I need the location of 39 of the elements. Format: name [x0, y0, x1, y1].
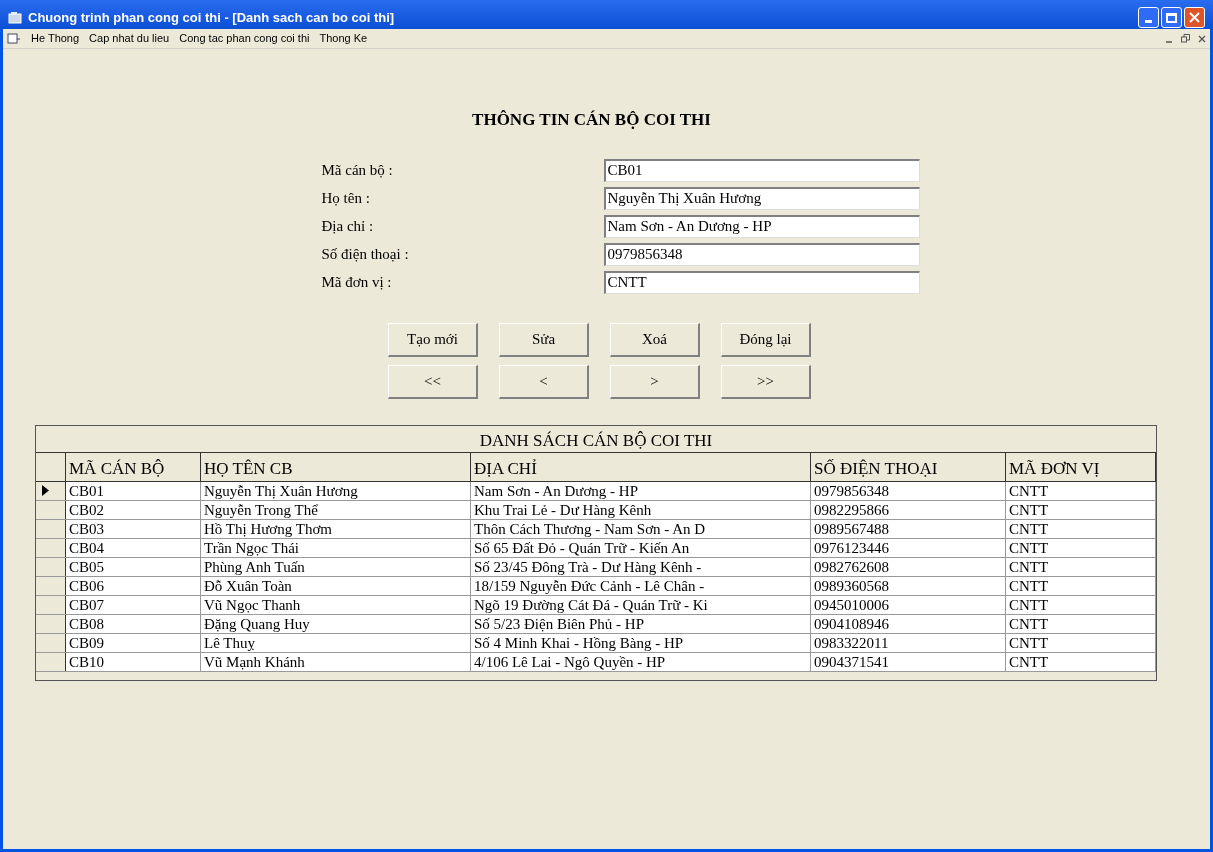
field-label: Địa chỉ :: [321, 216, 375, 236]
input-field[interactable]: Nam Sơn - An Dương - HP: [603, 214, 920, 238]
minimize-button[interactable]: [1138, 7, 1159, 28]
close-icon[interactable]: [1198, 34, 1206, 43]
form-title: THÔNG TIN CÁN BỘ COI THI: [472, 109, 711, 131]
field-label: Mã đơn vị :: [321, 272, 393, 292]
grid-title: DANH SÁCH CÁN BỘ COI THI: [36, 425, 1156, 453]
navigation-button[interactable]: <: [499, 364, 589, 399]
document-icon: [7, 32, 21, 45]
action-button[interactable]: Đóng lại: [721, 322, 811, 357]
input-field[interactable]: Nguyễn Thị Xuân Hương: [603, 186, 920, 210]
field-label: Họ tên :: [321, 188, 371, 208]
window-title: Chuong trinh phan cong coi thi - [Danh sach can bo coi thi]: [28, 8, 395, 27]
input-field[interactable]: 0979856348: [603, 242, 920, 266]
column-header[interactable]: HỌ TÊN CB: [201, 452, 471, 481]
close-icon: [1189, 12, 1200, 23]
close-button[interactable]: [1184, 7, 1205, 28]
current-row-icon: [42, 485, 49, 496]
column-header[interactable]: MÃ ĐƠN VỊ: [1006, 452, 1156, 481]
action-button[interactable]: Tạo mới: [388, 322, 478, 357]
window-icon: [8, 11, 22, 24]
navigation-button[interactable]: >>: [721, 364, 811, 399]
action-button[interactable]: Sửa: [499, 322, 589, 357]
menu-item[interactable]: Cong tac phan cong coi thi: [179, 30, 310, 47]
menu-item[interactable]: Thong Ke: [319, 30, 368, 47]
field-label: Mã cán bộ :: [321, 160, 394, 180]
menu-item[interactable]: Cap nhat du lieu: [89, 30, 170, 47]
column-header[interactable]: MÃ CÁN BỘ: [66, 452, 201, 481]
input-field[interactable]: CB01: [603, 158, 920, 182]
column-header[interactable]: SỐ ĐIỆN THOẠI: [811, 452, 1006, 481]
maximize-button[interactable]: [1161, 7, 1182, 28]
input-field[interactable]: CNTT: [603, 270, 920, 294]
restore-icon[interactable]: [1181, 34, 1190, 43]
column-header[interactable]: ĐỊA CHỈ: [471, 452, 811, 481]
action-button[interactable]: Xoá: [610, 322, 700, 357]
navigation-button[interactable]: >: [610, 364, 700, 399]
navigation-button[interactable]: <<: [388, 364, 478, 399]
field-label: Số điện thoại :: [321, 244, 410, 264]
menu-item[interactable]: He Thong: [31, 30, 80, 47]
